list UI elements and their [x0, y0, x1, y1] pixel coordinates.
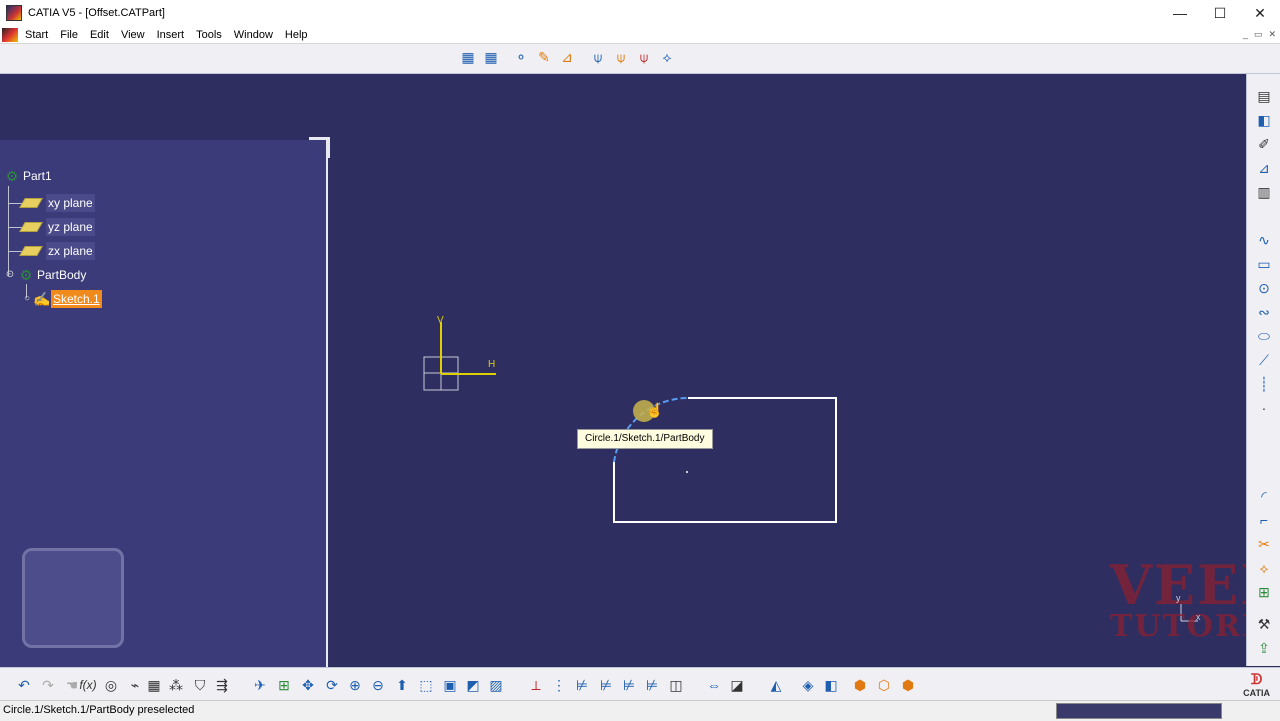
tools-palette-icon[interactable]: ⬢: [898, 675, 918, 695]
ellipse-icon[interactable]: ⬭: [1254, 326, 1274, 346]
sketch-geometry: [423, 322, 1198, 622]
center-point: [686, 471, 688, 473]
catia-logo: ᗫ CATIA: [1243, 671, 1270, 698]
catalog-icon[interactable]: ⁂: [166, 675, 186, 695]
macro-icon[interactable]: ⌁: [125, 675, 145, 695]
knowledge-advisor-icon[interactable]: ◎: [101, 675, 121, 695]
constraint-toolbar-icon[interactable]: ⚒: [1254, 614, 1274, 634]
lock-icon[interactable]: ⛉: [190, 675, 210, 695]
formula-icon[interactable]: f(x): [78, 675, 98, 695]
apply-material-icon[interactable]: ◪: [727, 675, 747, 695]
axis-h-label: H: [488, 359, 496, 370]
cut-part-by-sketch-plane-icon[interactable]: ⟂: [526, 675, 546, 695]
render-style-icon[interactable]: ◭: [766, 675, 786, 695]
layer-icon[interactable]: ◧: [821, 675, 841, 695]
spline-icon[interactable]: ∾: [1254, 302, 1274, 322]
diagnostic-icon[interactable]: ⊭: [642, 675, 662, 695]
dimension-display-icon[interactable]: ⊭: [596, 675, 616, 695]
edit-sketch-icon[interactable]: ✐: [1254, 134, 1274, 154]
publication-icon[interactable]: ⬢: [850, 675, 870, 695]
status-text: Circle.1/Sketch.1/PartBody preselected: [3, 704, 195, 716]
constraint-display-icon[interactable]: ⊭: [572, 675, 592, 695]
line-icon[interactable]: ⟋: [1254, 350, 1274, 370]
normal-view-icon[interactable]: ⬆: [392, 675, 412, 695]
axis-v-label: V: [437, 315, 444, 326]
view-mode-icon[interactable]: ▣: [440, 675, 460, 695]
trim-icon[interactable]: ✂: [1254, 534, 1274, 554]
zoom-in-icon[interactable]: ⊕: [345, 675, 365, 695]
measure-icon[interactable]: ⇔: [704, 675, 724, 695]
point-icon[interactable]: ·: [1254, 398, 1274, 418]
catia-logo-text: CATIA: [1243, 688, 1270, 698]
right-toolbar: ▤ ◧ ✐ ⊿ ▥ ∿ ▭ ⊙ ∾ ⬭ ⟋ ┊ · ◜ ⌐ ✂ ⟡ ⊞ ⚒ ⇪: [1246, 74, 1280, 666]
sketch-axis: [423, 322, 496, 391]
corner-icon[interactable]: ◜: [1254, 486, 1274, 506]
hide-show-icon[interactable]: ◩: [463, 675, 483, 695]
mini-axis-y-label: y: [1176, 593, 1181, 603]
undo-icon[interactable]: ↶: [14, 675, 34, 695]
swap-visible-space-icon[interactable]: ▨: [486, 675, 506, 695]
shading-icon[interactable]: ◈: [798, 675, 818, 695]
redo-icon[interactable]: ↷: [38, 675, 58, 695]
project-3d-elements-icon[interactable]: ⊞: [1254, 582, 1274, 602]
fit-all-icon[interactable]: ⊞: [274, 675, 294, 695]
command-input[interactable]: [1056, 703, 1222, 719]
profile-icon[interactable]: ∿: [1254, 230, 1274, 250]
rotate-icon[interactable]: ⟳: [322, 675, 342, 695]
scan-icon[interactable]: ⬡: [874, 675, 894, 695]
isometric-view-icon[interactable]: ⬚: [416, 675, 436, 695]
exit-sketch-icon[interactable]: ⇪: [1254, 638, 1274, 658]
fly-mode-icon[interactable]: ✈: [250, 675, 270, 695]
sketch-tools-icon[interactable]: ⋮: [549, 675, 569, 695]
mini-axis-x-label: x: [1196, 612, 1201, 622]
circle-icon[interactable]: ⊙: [1254, 278, 1274, 298]
status-bar: Circle.1/Sketch.1/PartBody preselected: [0, 700, 1280, 721]
ds-logo-icon: ᗫ: [1250, 671, 1263, 687]
pan-icon[interactable]: ✥: [298, 675, 318, 695]
mirror-icon[interactable]: ⟡: [1254, 558, 1274, 578]
sketch-analysis-icon[interactable]: ▥: [1254, 182, 1274, 202]
rectangle-icon[interactable]: ▭: [1254, 254, 1274, 274]
exit-workbench-icon[interactable]: ▤: [1254, 86, 1274, 106]
zoom-out-icon[interactable]: ⊖: [368, 675, 388, 695]
sketch-solving-status-icon[interactable]: ◫: [666, 675, 686, 695]
positioned-sketch-icon[interactable]: ⊿: [1254, 158, 1274, 178]
table-icon[interactable]: ▦: [144, 675, 164, 695]
sketch-icon[interactable]: ◧: [1254, 110, 1274, 130]
mapping-icon[interactable]: ⇶: [212, 675, 232, 695]
preselection-tooltip: Circle.1/Sketch.1/PartBody: [577, 429, 713, 449]
chamfer-icon[interactable]: ⌐: [1254, 510, 1274, 530]
pointer-hand-icon: ☝: [646, 402, 664, 418]
axis-icon[interactable]: ┊: [1254, 374, 1274, 394]
bottom-toolbar: ↶ ↷ ☚ f(x) ◎ ⌁ ▦ ⁂ ⛉ ⇶ ✈ ⊞ ✥ ⟳ ⊕ ⊖ ⬆ ⬚ ▣…: [0, 667, 1280, 701]
geometry-display-icon[interactable]: ⊭: [619, 675, 639, 695]
